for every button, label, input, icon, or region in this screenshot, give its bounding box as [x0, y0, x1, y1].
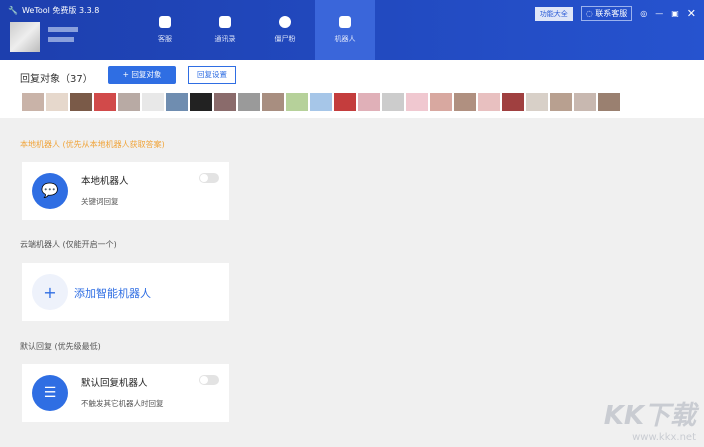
reply-target-label: 回复对象（37） [20, 74, 93, 85]
local-robot-card[interactable]: 💬 本地机器人 关键词回复 [22, 162, 229, 220]
add-smart-robot-card[interactable]: + 添加智能机器人 [22, 263, 229, 321]
local-robot-toggle[interactable] [199, 173, 219, 183]
contact-avatar[interactable] [94, 93, 116, 111]
contact-avatar[interactable] [238, 93, 260, 111]
contact-avatar[interactable] [46, 93, 68, 111]
default-reply-section-title: 默认回复 (优先级最低) [20, 342, 101, 351]
card-subtitle: 关键词回复 [81, 197, 119, 206]
contact-avatar[interactable] [118, 93, 140, 111]
contact-avatar[interactable] [358, 93, 380, 111]
reply-target-bar: 回复对象（37） + 回复对象 回复设置 [0, 60, 704, 118]
contact-avatar[interactable] [502, 93, 524, 111]
maximize-icon[interactable]: ▣ [671, 9, 679, 18]
tab-zombie-fans[interactable]: 僵尸粉 [255, 0, 315, 60]
contact-avatar[interactable] [190, 93, 212, 111]
reply-settings-button[interactable]: 回复设置 [188, 66, 236, 84]
app-title: 🔧 WeTool 免费版 3.3.8 [8, 6, 100, 15]
contact-avatar[interactable] [550, 93, 572, 111]
plus-icon: + [32, 274, 68, 310]
contact-avatar[interactable] [166, 93, 188, 111]
tab-customer-service[interactable]: 客服 [135, 0, 195, 60]
tab-contacts[interactable]: 通讯录 [195, 0, 255, 60]
card-title: 默认回复机器人 [81, 378, 148, 389]
card-subtitle: 不触发其它机器人时回复 [81, 399, 164, 408]
contact-avatar[interactable] [598, 93, 620, 111]
robot-icon [339, 16, 351, 28]
message-icon: ☰ [32, 375, 68, 411]
main-nav: 客服 通讯录 僵尸粉 机器人 [135, 0, 375, 60]
settings-icon[interactable]: ◎ [640, 9, 647, 18]
title-bar: 🔧 WeTool 免费版 3.3.8 客服 通讯录 僵尸粉 机器人 功能大全 ◌ … [0, 0, 704, 60]
headset-icon [159, 16, 171, 28]
add-smart-robot-label: 添加智能机器人 [74, 287, 151, 300]
watermark: KK下载 www.kkx.net [603, 401, 696, 443]
contact-avatar[interactable] [262, 93, 284, 111]
avatar [10, 22, 40, 52]
contact-avatar[interactable] [310, 93, 332, 111]
contact-avatar[interactable] [214, 93, 236, 111]
chat-bubble-icon: 💬 [32, 173, 68, 209]
minimize-icon[interactable]: — [655, 9, 663, 18]
contact-avatar[interactable] [286, 93, 308, 111]
contact-avatar[interactable] [454, 93, 476, 111]
contact-avatar[interactable] [70, 93, 92, 111]
contact-avatar[interactable] [526, 93, 548, 111]
contact-avatar[interactable] [22, 93, 44, 111]
contact-avatar[interactable] [430, 93, 452, 111]
tab-robot[interactable]: 机器人 [315, 0, 375, 60]
contact-avatar[interactable] [574, 93, 596, 111]
profile[interactable] [10, 22, 78, 52]
add-target-button[interactable]: + 回复对象 [108, 66, 176, 84]
blurred-name [48, 27, 78, 32]
local-robot-section-title: 本地机器人 (优先从本地机器人获取答案) [20, 140, 165, 149]
contact-avatar[interactable] [406, 93, 428, 111]
wrench-icon: 🔧 [8, 6, 18, 15]
cloud-robot-section-title: 云端机器人 (仅能开启一个) [20, 240, 117, 249]
default-robot-toggle[interactable] [199, 375, 219, 385]
contact-avatar[interactable] [478, 93, 500, 111]
blurred-id [48, 37, 74, 42]
contact-avatar-list [22, 93, 620, 111]
close-icon[interactable]: ✕ [687, 7, 696, 20]
contact-support-button[interactable]: ◌ 联系客服 [580, 6, 633, 21]
default-reply-robot-card[interactable]: ☰ 默认回复机器人 不触发其它机器人时回复 [22, 364, 229, 422]
contact-avatar[interactable] [334, 93, 356, 111]
skull-icon [279, 16, 291, 28]
contact-card-icon [219, 16, 231, 28]
card-title: 本地机器人 [81, 176, 129, 187]
features-button[interactable]: 功能大全 [534, 6, 573, 21]
contact-avatar[interactable] [382, 93, 404, 111]
contact-avatar[interactable] [142, 93, 164, 111]
